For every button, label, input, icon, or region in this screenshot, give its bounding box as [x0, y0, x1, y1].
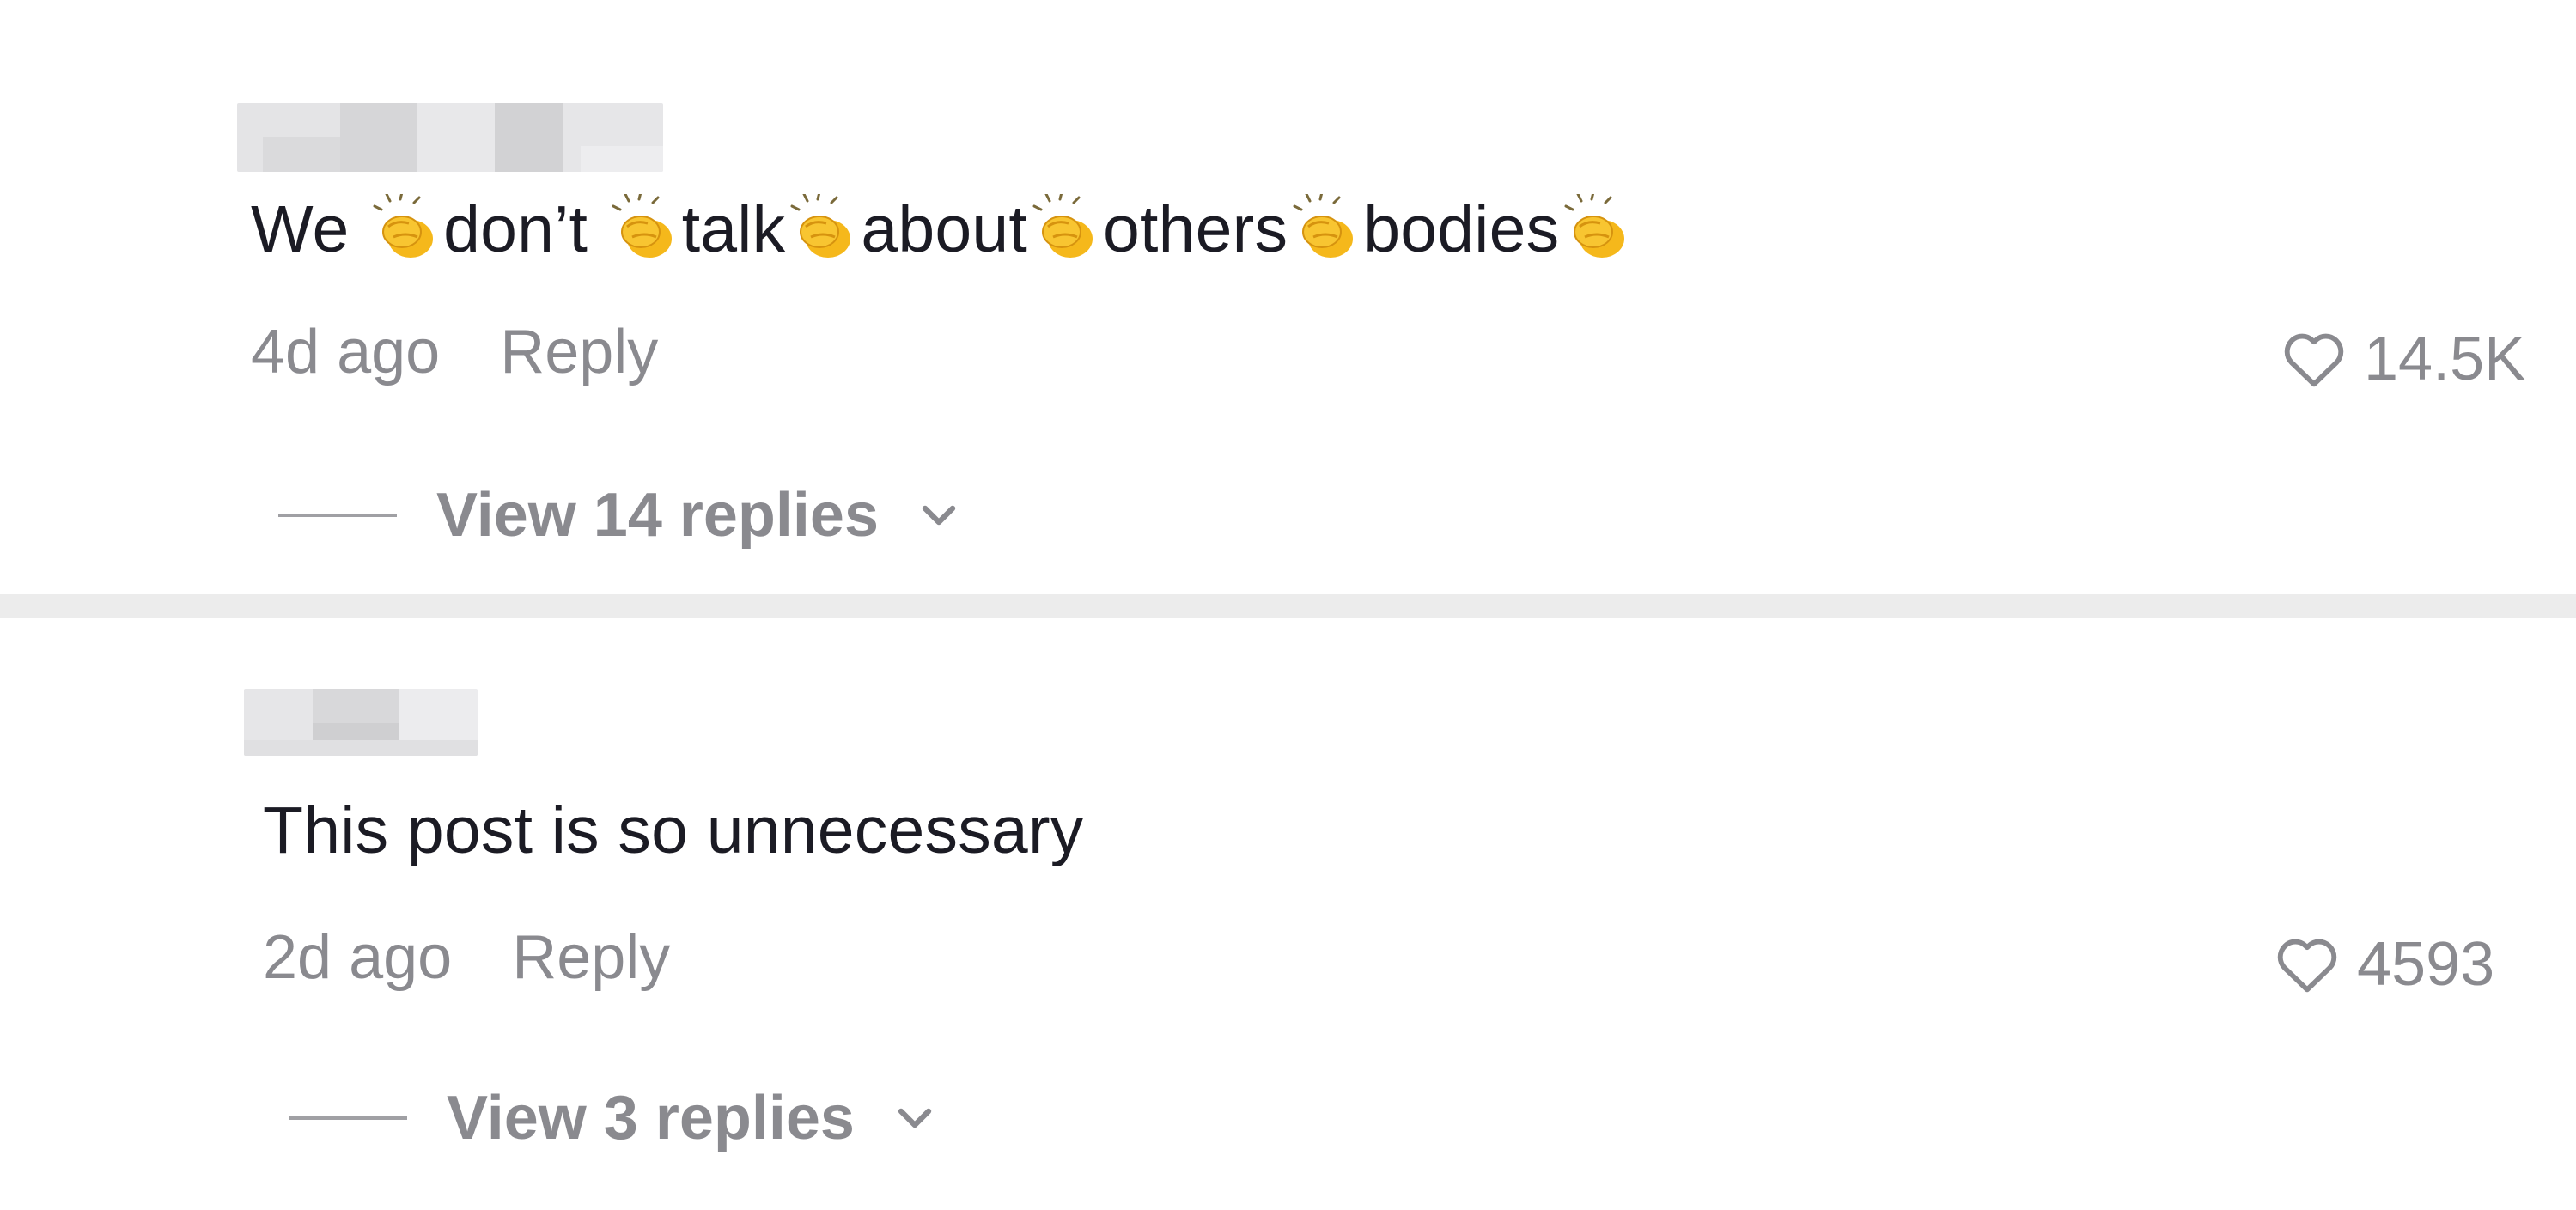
comment-divider — [0, 594, 2576, 618]
like-button[interactable]: 4593 — [2275, 930, 2494, 999]
like-count: 4593 — [2357, 930, 2495, 999]
comment-meta: 2d ago Reply — [263, 923, 670, 992]
comment-text-part: about — [861, 192, 1028, 266]
clapping-hands-icon — [1027, 191, 1103, 268]
comment-text-part: bodies — [1363, 192, 1560, 266]
username-blurred[interactable] — [237, 103, 663, 172]
chevron-down-icon — [898, 1108, 932, 1128]
like-button[interactable]: 14.5K — [2281, 325, 2525, 393]
comment-text-part: We — [251, 192, 368, 266]
reply-button[interactable]: Reply — [500, 318, 658, 386]
reply-button[interactable]: Reply — [512, 923, 670, 992]
view-replies-label: View 3 replies — [447, 1084, 855, 1152]
comment-text-part: others — [1103, 192, 1288, 266]
comment-item: This post is so unnecessary 2d ago Reply … — [0, 618, 2576, 1210]
view-replies-button[interactable]: View 14 replies — [278, 481, 961, 550]
comment-text-part: don’t — [443, 192, 606, 266]
view-replies-button[interactable]: View 3 replies — [289, 1084, 937, 1152]
username-blurred[interactable] — [244, 689, 478, 756]
timestamp: 2d ago — [263, 923, 453, 992]
heart-icon — [2277, 939, 2337, 993]
heart-icon — [2284, 333, 2344, 387]
clapping-hands-icon — [368, 191, 443, 268]
comment-text-part: talk — [681, 192, 786, 266]
timestamp: 4d ago — [251, 318, 441, 386]
comment-text: We don’t talk about others bodies — [251, 191, 1635, 268]
chevron-down-icon — [922, 505, 956, 526]
clapping-hands-icon — [785, 191, 861, 268]
clapping-hands-icon — [1288, 191, 1363, 268]
like-count: 14.5K — [2364, 325, 2526, 393]
comment-text: This post is so unnecessary — [263, 793, 1084, 867]
comment-item: We don’t talk about others bodies 4d ago Rep… — [0, 0, 2576, 593]
clapping-hands-icon — [606, 191, 682, 268]
clapping-hands-icon — [1559, 191, 1635, 268]
reply-thread-line — [289, 1116, 407, 1120]
comment-meta: 4d ago Reply — [251, 318, 658, 386]
reply-thread-line — [278, 514, 397, 517]
view-replies-label: View 14 replies — [436, 481, 880, 550]
